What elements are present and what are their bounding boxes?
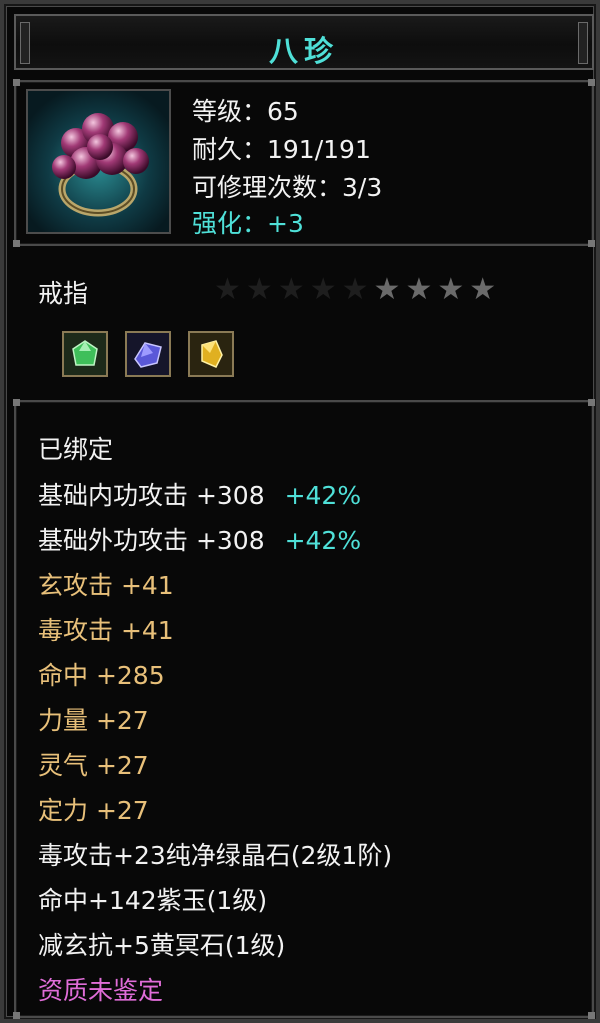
item-enhance: 强化：+3 (192, 209, 304, 238)
stat-strength: 力量 +27 (38, 706, 149, 735)
item-level: 等级：65 (192, 97, 299, 126)
stat-outer-attack-value: 基础外功攻击 +308 (38, 526, 265, 555)
stat-inner-attack-value: 基础内功攻击 +308 (38, 481, 265, 510)
item-tooltip-panel: 八珍 等级：65 耐久：191/191 可修理次数：3/3 强化：+3 戒指 ★… (0, 0, 600, 1023)
stat-mystic-attack: 玄攻击 +41 (38, 571, 174, 600)
stat-poison-attack: 毒攻击 +41 (38, 616, 174, 645)
stat-inner-attack-bonus: +42% (284, 481, 362, 510)
gem-stat-line-1: 毒攻击+23纯净绿晶石(2级1阶) (38, 841, 393, 870)
star-empty-icon: ★ (341, 272, 374, 307)
stat-inner-attack: 基础内功攻击 +308 +42% (38, 476, 361, 512)
purple-jade-gem-icon[interactable] (125, 331, 171, 377)
star-rating: ★★★★★★★★★ (214, 272, 501, 307)
item-type: 戒指 (38, 279, 89, 308)
stat-outer-attack-bonus: +42% (284, 526, 362, 555)
ring-item-icon[interactable] (26, 89, 171, 234)
gem-stat-line-2: 命中+142紫玉(1级) (38, 886, 268, 915)
star-filled-icon: ★ (469, 272, 502, 307)
stat-accuracy: 命中 +285 (38, 661, 165, 690)
star-filled-icon: ★ (373, 272, 406, 307)
star-empty-icon: ★ (309, 272, 342, 307)
title-bar: 八珍 (14, 14, 594, 70)
star-filled-icon: ★ (437, 272, 470, 307)
star-filled-icon: ★ (405, 272, 438, 307)
star-empty-icon: ★ (245, 272, 278, 307)
yellow-stone-gem-icon[interactable] (188, 331, 234, 377)
item-durability: 耐久：191/191 (192, 135, 371, 164)
stat-spirit: 灵气 +27 (38, 751, 149, 780)
bound-status: 已绑定 (38, 435, 114, 464)
quality-status: 资质未鉴定 (38, 976, 164, 1005)
item-repair-count: 可修理次数：3/3 (192, 173, 383, 202)
green-crystal-gem-icon[interactable] (62, 331, 108, 377)
gem-stat-line-3: 减玄抗+5黄冥石(1级) (38, 931, 286, 960)
stat-outer-attack: 基础外功攻击 +308 +42% (38, 521, 361, 557)
star-empty-icon: ★ (277, 272, 310, 307)
star-empty-icon: ★ (214, 272, 246, 307)
item-name: 八珍 (268, 34, 339, 68)
stat-focus: 定力 +27 (38, 796, 149, 825)
